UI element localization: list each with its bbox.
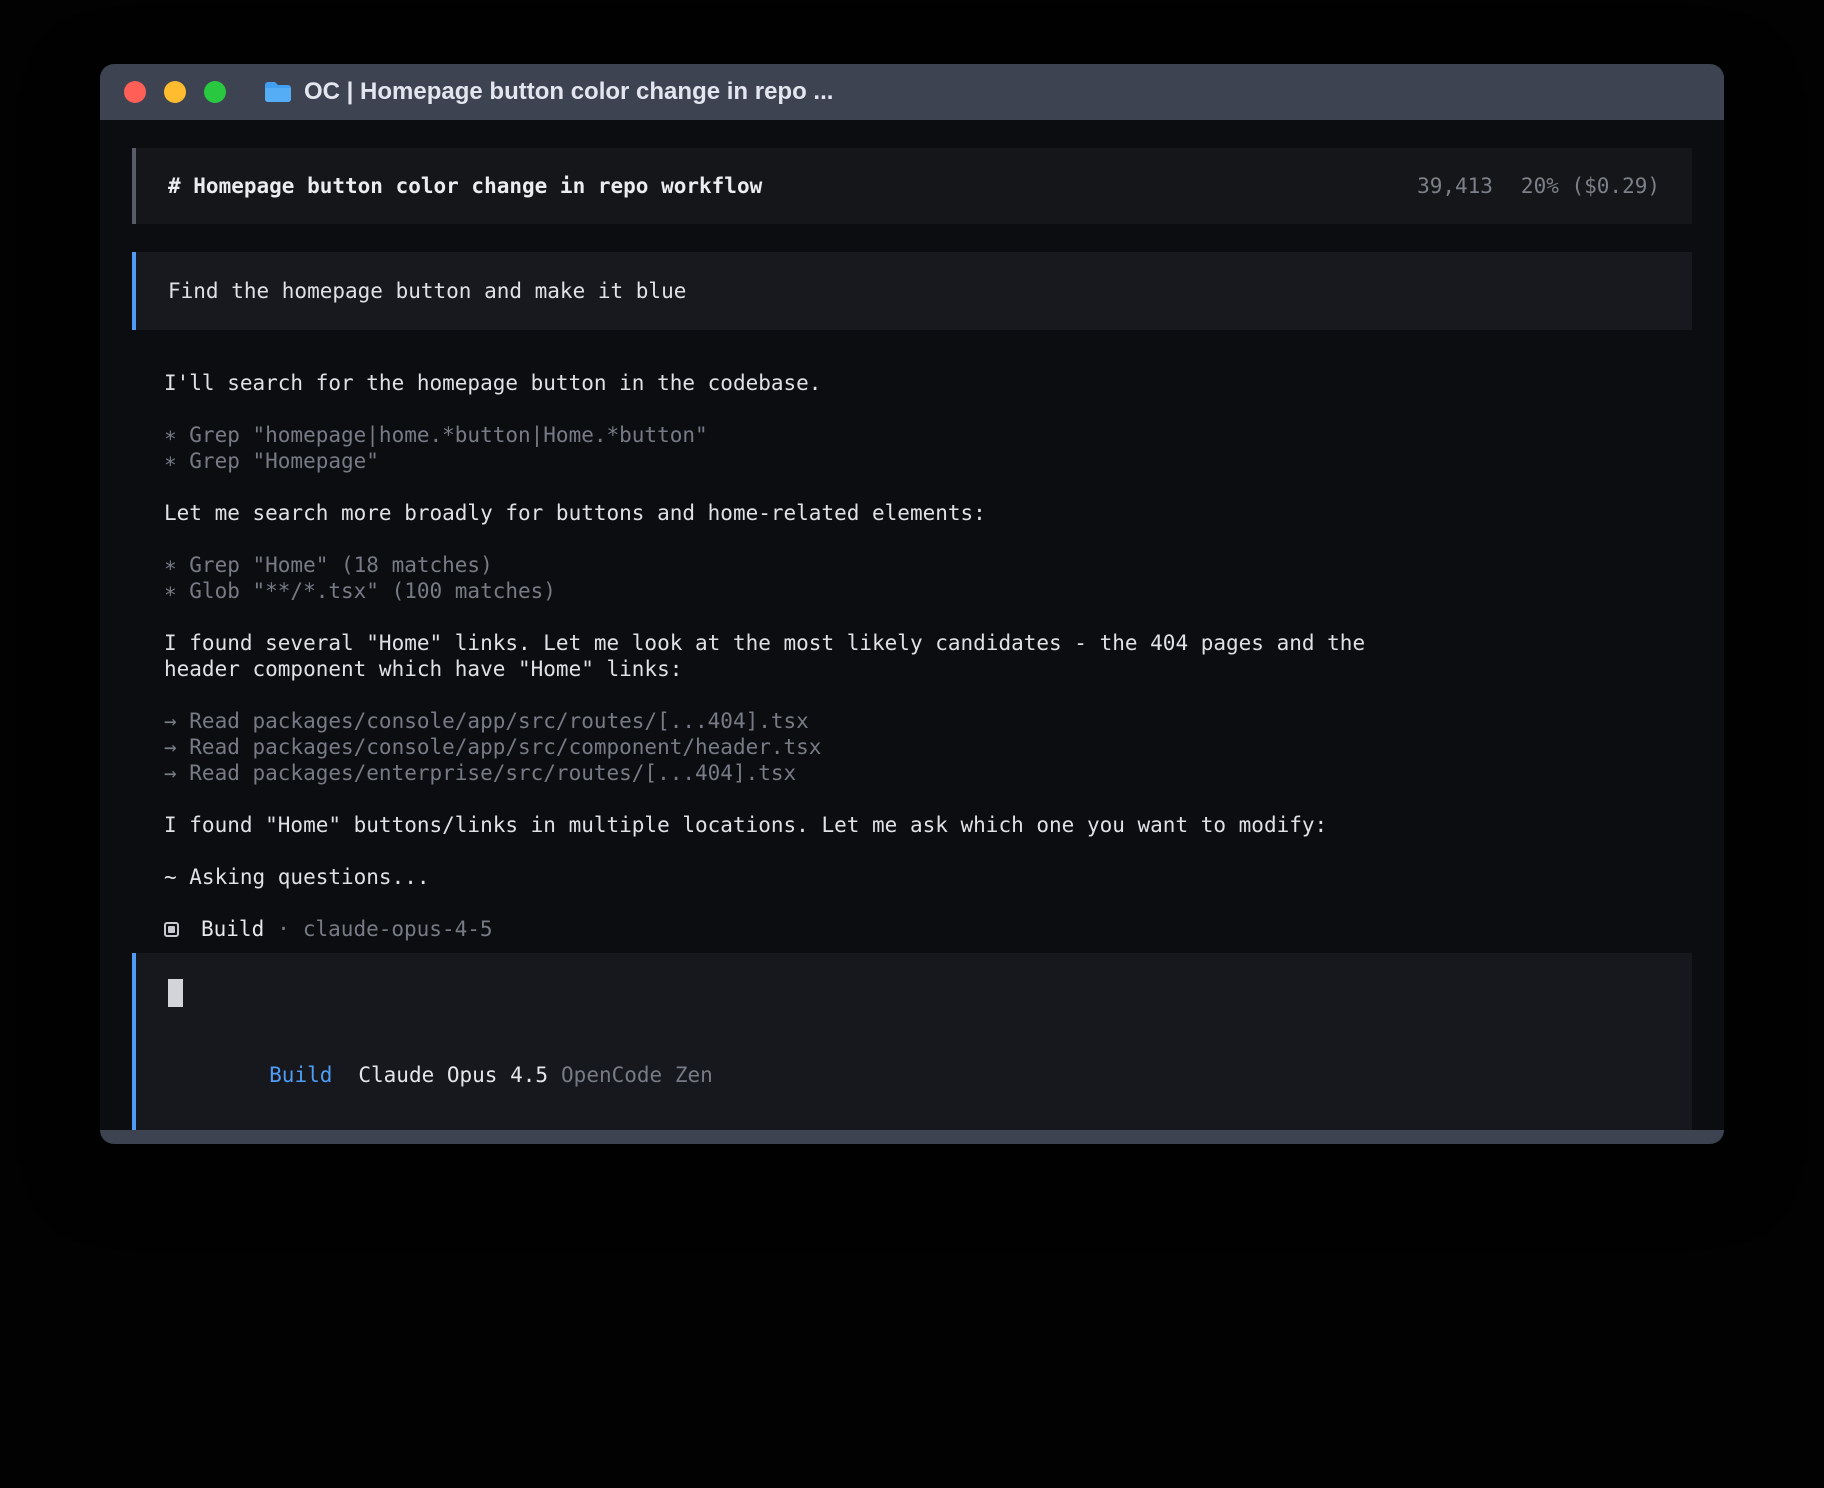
assistant-text-line: I found several "Home" links. Let me loo… [164,630,1692,656]
assistant-text-line: I'll search for the homepage button in t… [164,370,1692,396]
agent-status-row: Build · claude-opus-4-5 [164,916,1692,943]
input-provider-label: OpenCode Zen [561,1063,713,1087]
status-paragraph: ~ Asking questions... [164,864,1692,890]
window-bottom-edge [100,1130,1724,1144]
assistant-text-line: header component which have "Home" links… [164,656,1692,682]
terminal-content: # Homepage button color change in repo w… [100,120,1724,1130]
assistant-paragraph: Let me search more broadly for buttons a… [164,500,1692,526]
tool-call-line: ∗ Grep "Home" (18 matches) [164,552,1692,578]
session-header: # Homepage button color change in repo w… [132,148,1692,224]
window-titlebar: OC | Homepage button color change in rep… [100,64,1724,120]
input-model-label: Claude Opus 4.5 [358,1063,548,1087]
tool-call-line: → Read packages/console/app/src/routes/[… [164,708,1692,734]
tool-call-group: ∗ Grep "homepage|home.*button|Home.*butt… [164,422,1692,474]
input-meta-row: Build Claude Opus 4.5 OpenCode Zen [168,1036,1660,1114]
agent-model: claude-opus-4-5 [303,916,493,943]
agent-name: Build [201,916,264,943]
assistant-paragraph: I found several "Home" links. Let me loo… [164,630,1692,682]
session-title: # Homepage button color change in repo w… [168,174,762,198]
assistant-text-line: I found "Home" buttons/links in multiple… [164,812,1692,838]
agent-separator: · [277,916,290,943]
conversation: I'll search for the homepage button in t… [132,370,1692,943]
tool-call-group: ∗ Grep "Home" (18 matches) ∗ Glob "**/*.… [164,552,1692,604]
zoom-window-button[interactable] [204,81,226,103]
tool-call-line: → Read packages/enterprise/src/routes/[.… [164,760,1692,786]
user-message: Find the homepage button and make it blu… [132,252,1692,330]
tool-call-line: → Read packages/console/app/src/componen… [164,734,1692,760]
tool-call-line: ∗ Grep "homepage|home.*button|Home.*butt… [164,422,1692,448]
window-controls [124,81,244,103]
session-meta: 39,413 20% ($0.29) [1417,174,1660,198]
tool-call-line: ∗ Glob "**/*.tsx" (100 matches) [164,578,1692,604]
close-window-button[interactable] [124,81,146,103]
tool-call-group: → Read packages/console/app/src/routes/[… [164,708,1692,786]
window-title: OC | Homepage button color change in rep… [304,78,833,106]
terminal-window: OC | Homepage button color change in rep… [100,64,1724,1144]
text-cursor [168,979,183,1007]
input-mode-label: Build [269,1063,332,1087]
agent-icon [164,922,179,937]
assistant-text-line: Let me search more broadly for buttons a… [164,500,1692,526]
window-title-group: OC | Homepage button color change in rep… [264,78,833,106]
tool-call-line: ∗ Grep "Homepage" [164,448,1692,474]
prompt-input[interactable]: Build Claude Opus 4.5 OpenCode Zen [132,953,1692,1130]
folder-icon [264,80,292,104]
user-message-text: Find the homepage button and make it blu… [168,279,686,303]
context-usage: 20% ($0.29) [1521,174,1660,198]
token-count: 39,413 [1417,174,1493,198]
assistant-paragraph: I'll search for the homepage button in t… [164,370,1692,396]
asking-questions-line: ~ Asking questions... [164,864,1692,890]
minimize-window-button[interactable] [164,81,186,103]
assistant-paragraph: I found "Home" buttons/links in multiple… [164,812,1692,838]
